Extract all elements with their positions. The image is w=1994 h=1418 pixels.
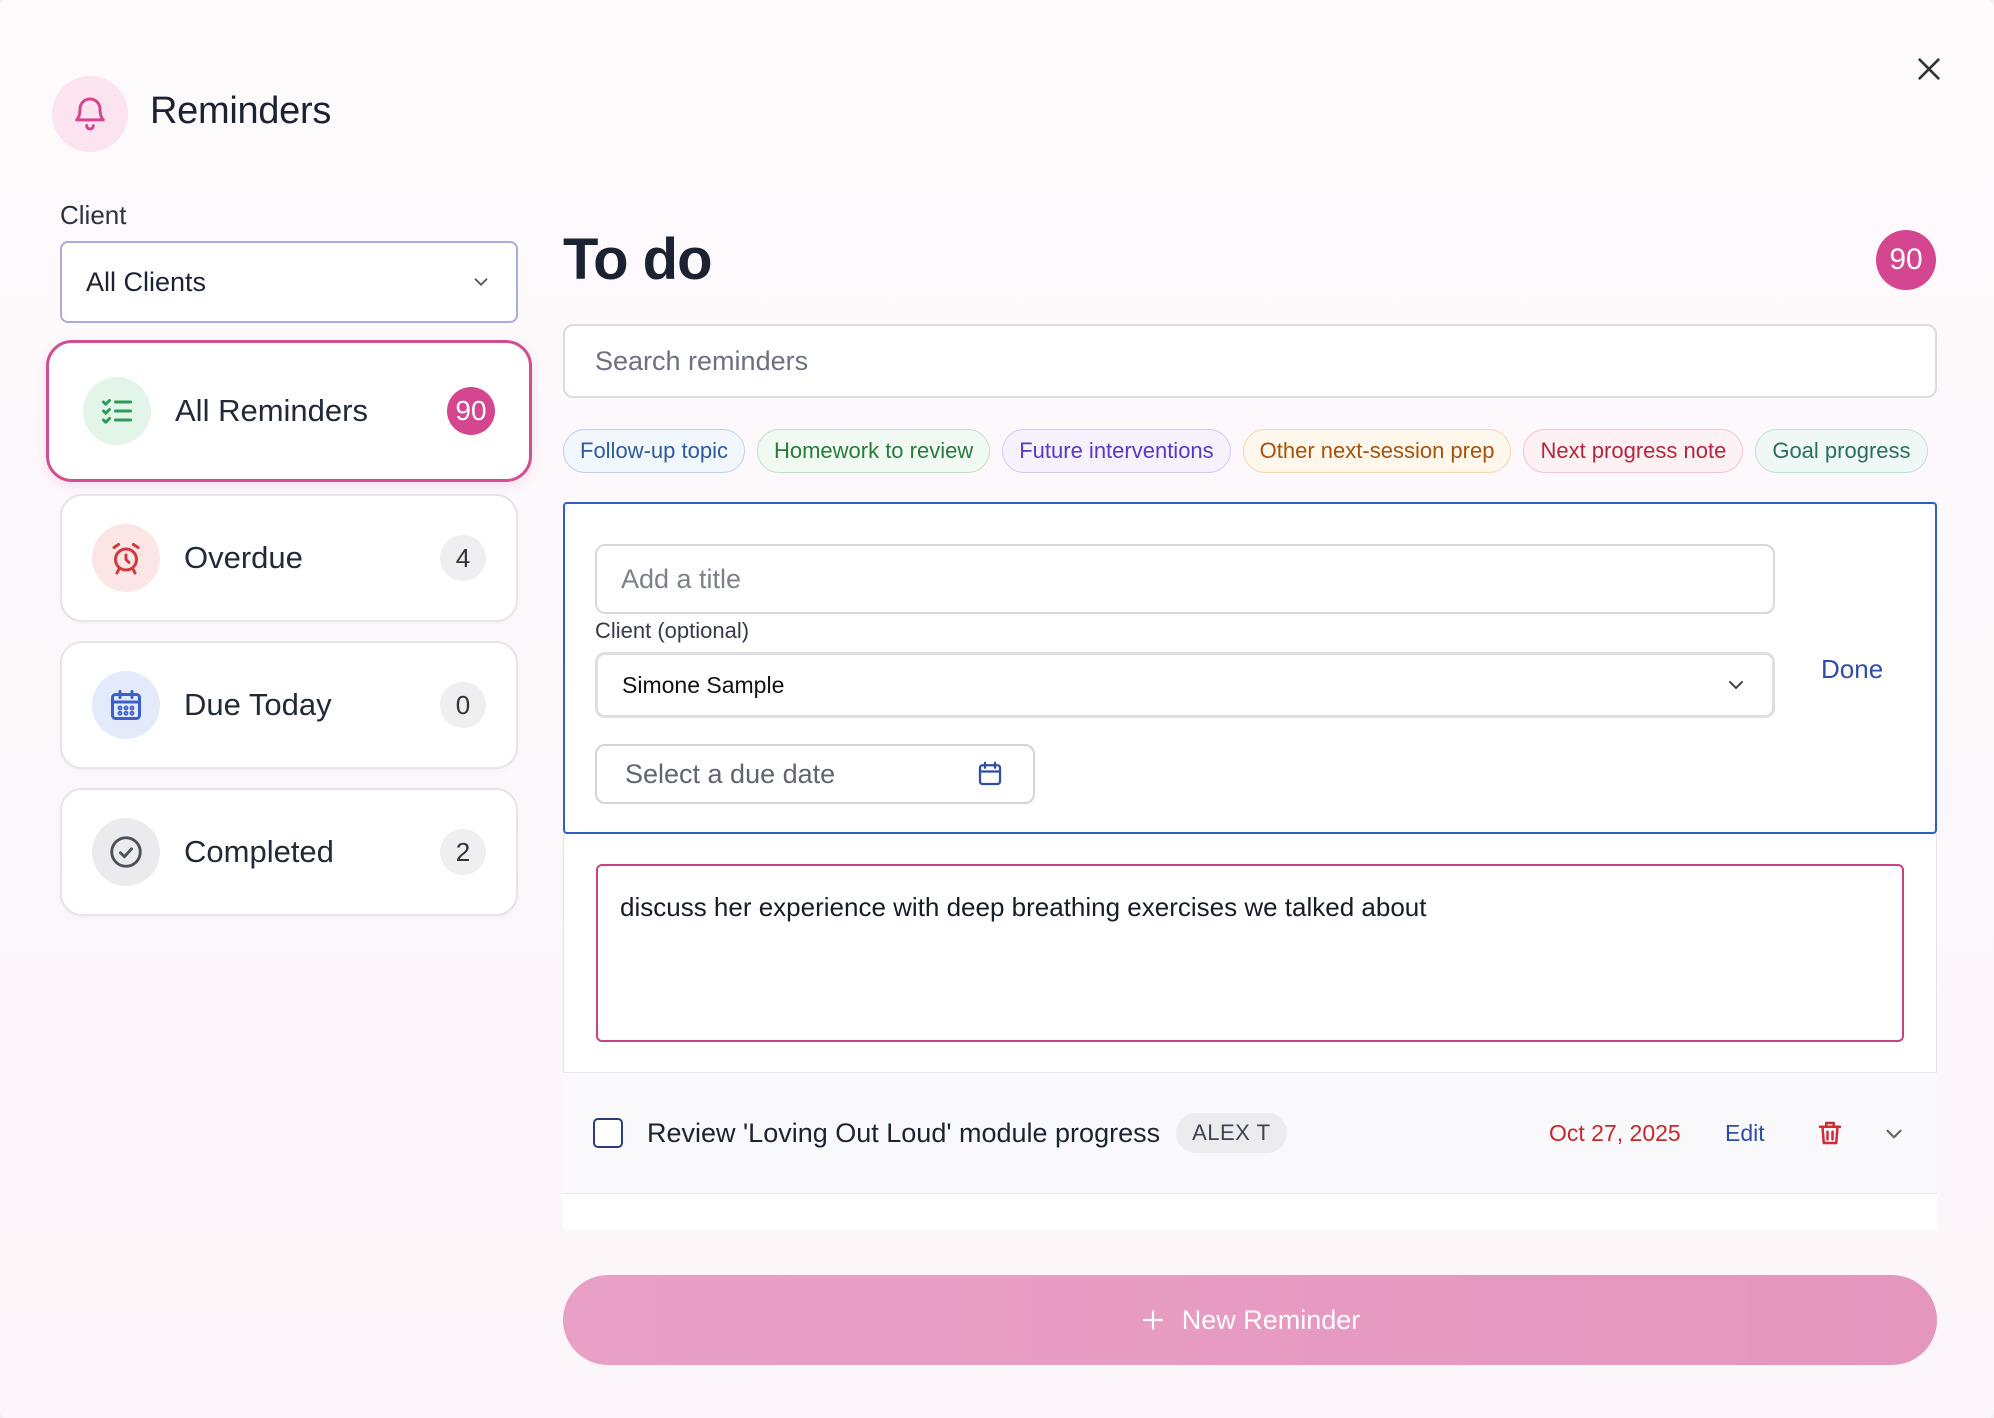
category-overdue[interactable]: Overdue 4	[60, 494, 518, 622]
modal-title: Reminders	[150, 90, 332, 132]
client-badge: ALEX T	[1176, 1113, 1287, 1153]
client-filter-value: All Clients	[86, 266, 207, 297]
category-label: All Reminders	[175, 393, 368, 428]
calendar-icon	[92, 671, 160, 739]
reminder-row: Review 'Loving Out Loud' module progress…	[563, 1072, 1937, 1194]
page-title: To do	[563, 227, 713, 292]
client-optional-label: Client (optional)	[595, 618, 750, 643]
due-date-picker[interactable]: Select a due date	[595, 744, 1035, 804]
chip-label: Goal progress	[1772, 438, 1911, 463]
alarm-clock-icon	[92, 524, 160, 592]
trash-icon	[1818, 1121, 1842, 1145]
notes-text: discuss her experience with deep breathi…	[620, 892, 1427, 922]
reminder-notes-textarea[interactable]: discuss her experience with deep breathi…	[596, 864, 1904, 1042]
chip-homework-to-review[interactable]: Homework to review	[756, 429, 991, 473]
category-all-reminders[interactable]: All Reminders 90	[46, 340, 532, 482]
reminder-due-date: Oct 27, 2025	[1549, 1119, 1681, 1146]
tag-chips: Follow-up topic Homework to review Futur…	[563, 429, 1928, 473]
calendar-icon	[978, 761, 1002, 786]
reminder-title-input[interactable]: Add a title	[595, 544, 1775, 614]
done-button[interactable]: Done	[1821, 654, 1883, 685]
delete-button[interactable]	[1815, 1117, 1845, 1154]
chevron-down-icon	[474, 278, 488, 286]
chevron-down-icon	[1886, 1129, 1902, 1139]
new-reminder-button[interactable]: New Reminder	[563, 1275, 1937, 1365]
search-field[interactable]	[563, 324, 1937, 398]
edit-button[interactable]: Edit	[1725, 1120, 1765, 1147]
bell-icon	[52, 76, 128, 152]
close-icon	[1918, 58, 1940, 80]
checklist-icon	[83, 377, 151, 445]
list-continuation	[563, 1194, 1937, 1230]
search-input[interactable]	[595, 345, 1905, 377]
notes-section: discuss her experience with deep breathi…	[563, 834, 1937, 1072]
reminder-editor: Add a title Client (optional) Simone Sam…	[563, 502, 1937, 834]
category-count-badge: 2	[440, 829, 486, 875]
chevron-down-icon	[1729, 681, 1743, 689]
chip-follow-up-topic[interactable]: Follow-up topic	[563, 429, 745, 473]
title-placeholder: Add a title	[621, 563, 742, 594]
chip-label: Future interventions	[1019, 438, 1214, 463]
category-count-badge: 0	[440, 682, 486, 728]
due-date-placeholder: Select a due date	[625, 758, 836, 789]
reminder-client-select[interactable]: Simone Sample	[595, 652, 1775, 718]
category-label: Overdue	[184, 540, 303, 575]
check-circle-icon	[92, 818, 160, 886]
category-due-today[interactable]: Due Today 0	[60, 641, 518, 769]
client-filter-label: Client	[60, 200, 127, 230]
chip-future-interventions[interactable]: Future interventions	[1002, 429, 1231, 473]
reminder-title: Review 'Loving Out Loud' module progress	[647, 1117, 1161, 1148]
new-reminder-label: New Reminder	[1181, 1304, 1361, 1335]
chip-label: Next progress note	[1540, 438, 1727, 463]
chip-label: Homework to review	[773, 438, 974, 463]
chip-label: Follow-up topic	[580, 438, 728, 463]
chip-other-next-session-prep[interactable]: Other next-session prep	[1242, 429, 1512, 473]
chip-goal-progress[interactable]: Goal progress	[1755, 429, 1928, 473]
chip-label: Other next-session prep	[1259, 438, 1495, 463]
category-count-badge: 90	[447, 387, 495, 435]
reminder-checkbox[interactable]	[593, 1118, 623, 1148]
category-label: Completed	[184, 834, 334, 869]
category-completed[interactable]: Completed 2	[60, 788, 518, 916]
client-filter-select[interactable]: All Clients	[60, 241, 518, 323]
expand-button[interactable]	[1881, 1121, 1907, 1152]
chip-next-progress-note[interactable]: Next progress note	[1523, 429, 1744, 473]
todo-count-badge: 90	[1876, 230, 1936, 290]
close-button[interactable]	[1908, 48, 1950, 90]
plus-icon	[1142, 1310, 1163, 1330]
category-count-badge: 4	[440, 535, 486, 581]
reminders-modal: Reminders Client All Clients All Reminde…	[0, 0, 1994, 1418]
category-label: Due Today	[184, 687, 332, 722]
reminder-client-value: Simone Sample	[622, 671, 785, 698]
